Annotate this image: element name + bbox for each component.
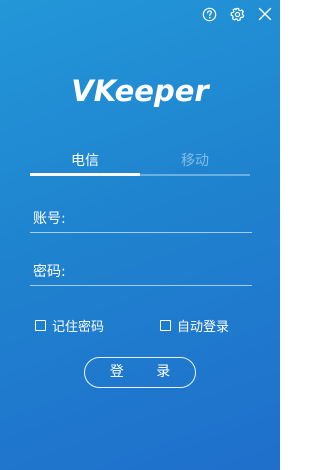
password-input[interactable] [65,259,252,283]
password-field: 密码: [30,257,252,286]
help-icon[interactable] [200,5,218,23]
active-tab-indicator [30,173,140,176]
auto-login-option[interactable]: 自动登录 [160,316,229,335]
account-field: 账号: [30,204,252,233]
gear-icon[interactable] [228,5,246,23]
carrier-tabs: 电信 移动 [30,150,250,176]
auto-login-checkbox[interactable] [160,320,171,331]
account-input[interactable] [65,206,252,230]
login-button[interactable]: 登 录 [84,357,196,388]
tab-telecom[interactable]: 电信 [30,150,140,174]
close-icon[interactable] [256,5,274,23]
account-label: 账号: [33,211,66,227]
login-window: VKeeper 电信 移动 账号: 密码: 记住密码 自动登录 登 录 [0,0,280,470]
auto-login-label: 自动登录 [177,320,230,335]
window-controls [200,5,274,23]
remember-password-checkbox[interactable] [35,320,46,331]
remember-password-option[interactable]: 记住密码 [35,316,104,335]
remember-password-label: 记住密码 [52,320,105,335]
tab-mobile[interactable]: 移动 [140,150,250,174]
password-label: 密码: [33,264,66,280]
app-logo: VKeeper [71,74,209,108]
